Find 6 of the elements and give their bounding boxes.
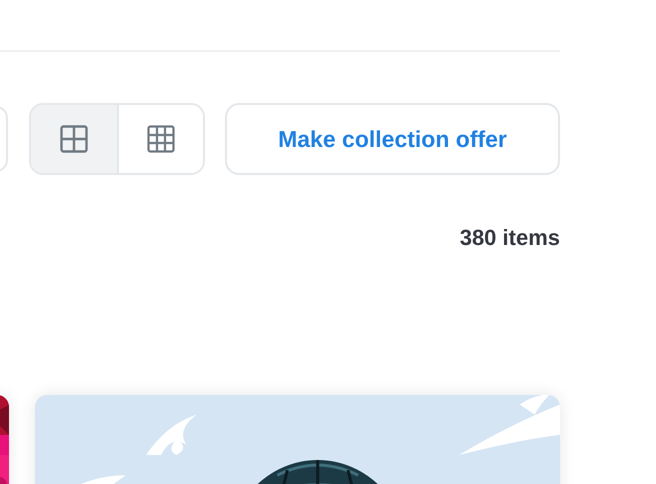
- large-grid-icon: [60, 125, 88, 153]
- item-count: 380 items: [458, 225, 560, 251]
- view-option[interactable]: [117, 105, 203, 173]
- small-grid-icon: [147, 125, 175, 153]
- make-offer-button[interactable]: Make collection offer: [225, 103, 560, 175]
- view-option[interactable]: [31, 105, 117, 173]
